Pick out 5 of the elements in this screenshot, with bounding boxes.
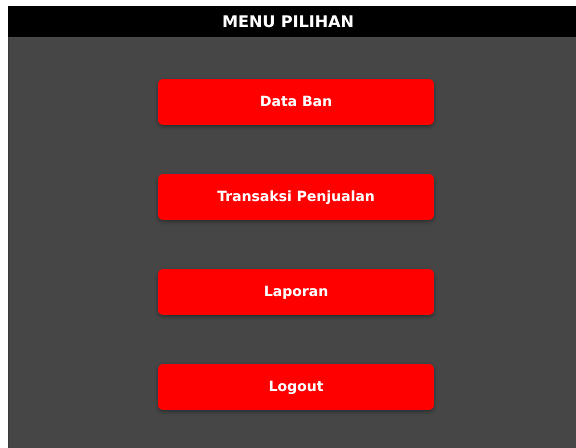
menu-button[interactable]: Laporan bbox=[158, 269, 434, 315]
menu-button[interactable]: Transaksi Penjualan bbox=[158, 174, 434, 220]
menu-button[interactable]: Logout bbox=[158, 364, 434, 410]
window-title: MENU PILIHAN bbox=[222, 12, 354, 31]
menu-button[interactable]: Data Ban bbox=[158, 79, 434, 125]
